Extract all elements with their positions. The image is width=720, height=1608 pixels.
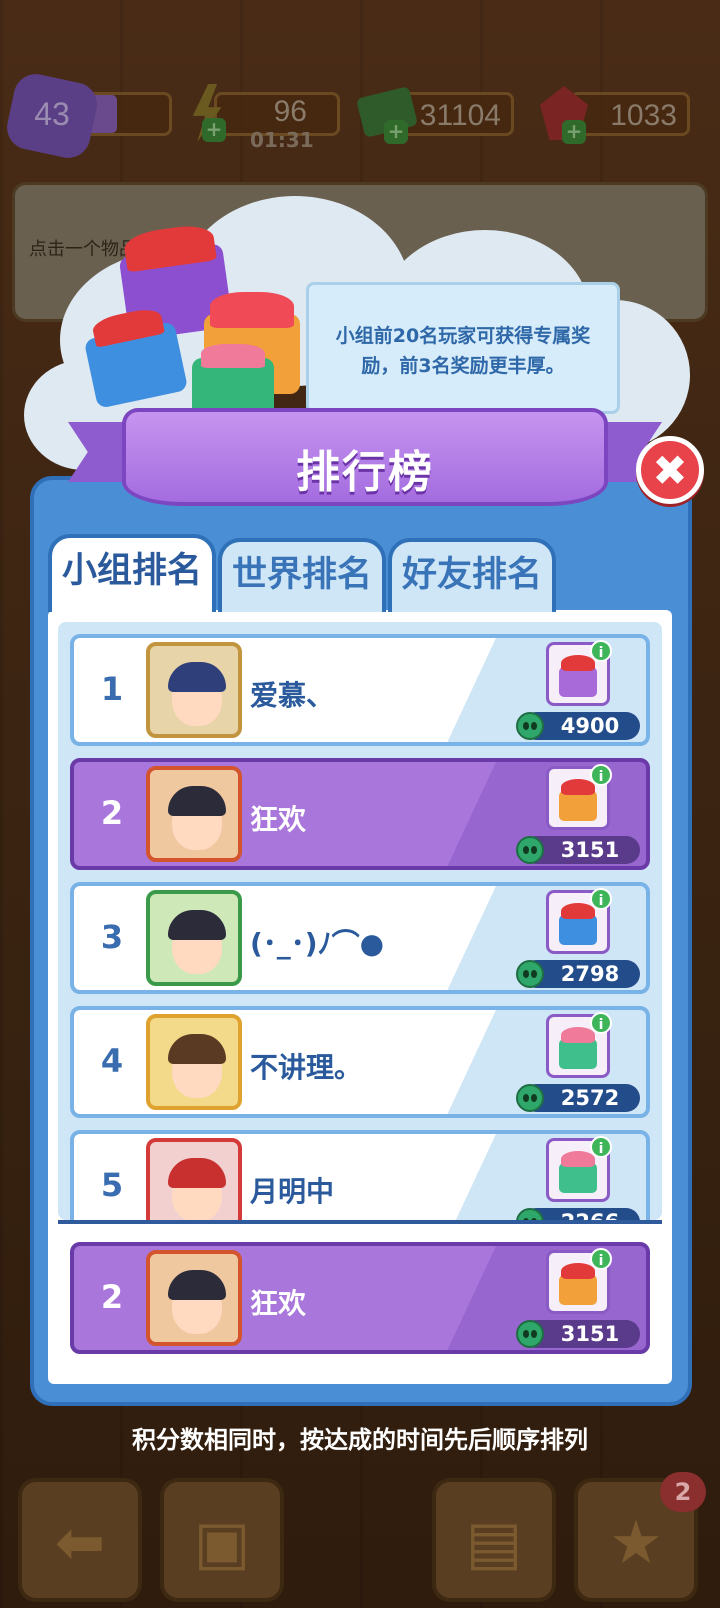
alien-coin-icon [516,1084,544,1112]
rank-number: 5 [100,1166,124,1204]
cash-value: 31104 [419,99,501,132]
tab-group-ranking[interactable]: 小组排名 [48,534,216,612]
avatar[interactable] [146,642,242,738]
ranking-rule-note: 积分数相同时，按达成的时间先后顺序排列 [132,1426,588,1454]
tab-friends-ranking[interactable]: 好友排名 [388,538,556,612]
player-name: 不讲理。 [250,1051,363,1084]
list-divider [58,1220,662,1224]
rank-number: 2 [100,794,124,832]
info-icon[interactable]: i [590,1248,612,1270]
ranking-row[interactable]: 2 狂欢 i 3151 [70,758,650,870]
level-number: 43 [34,96,70,132]
ranking-row[interactable]: 3 (･_･)ﾉ⌒● i 2798 [70,882,650,994]
info-icon[interactable]: i [590,640,612,662]
alien-coin-icon [516,712,544,740]
add-gem-icon[interactable]: + [562,120,586,144]
back-arrow-icon: ⬅ [54,1508,106,1578]
ranking-row[interactable]: 4 不讲理。 i 2572 [70,1006,650,1118]
tab-world-ranking[interactable]: 世界排名 [218,538,386,612]
avatar[interactable] [146,890,242,986]
alien-coin-icon [516,836,544,864]
ranking-row[interactable]: 5 月明中 i 2266 [70,1130,650,1220]
info-icon[interactable]: i [590,1136,612,1158]
avatar[interactable] [146,1250,242,1346]
avatar[interactable] [146,1138,242,1220]
rank-number: 4 [100,1042,124,1080]
top-hud: 43 96 + 01:31 31104 + 1033 + [0,0,720,170]
ranking-list[interactable]: 1 爱慕、 i 4900 2 狂欢 i 3151 3 (･_･)ﾉ⌒● i 27… [58,622,662,1220]
rank-number: 3 [100,918,124,956]
player-name: 狂欢 [250,1287,307,1320]
close-icon: ✖ [652,446,688,495]
tab-label: 小组排名 [61,551,202,591]
player-name: 狂欢 [250,803,307,836]
add-energy-icon[interactable]: + [202,118,226,142]
player-name: (･_･)ﾉ⌒● [250,927,385,960]
title-banner: 排行榜 [68,402,662,512]
info-icon[interactable]: i [590,764,612,786]
close-button[interactable]: ✖ [636,436,704,504]
info-icon[interactable]: i [590,888,612,910]
basket-icon: ▤ [465,1508,523,1578]
gem-value: 1033 [610,99,677,132]
leaderboard-title: 排行榜 [296,447,434,498]
backpack-button[interactable]: ▣ [160,1478,284,1602]
alien-coin-icon [516,1320,544,1348]
gem-counter[interactable]: 1033 [570,92,690,136]
energy-value: 96 [273,95,307,128]
energy-timer: 01:31 [250,128,314,152]
avatar[interactable] [146,766,242,862]
tab-label: 好友排名 [401,555,542,595]
ranking-row[interactable]: 1 爱慕、 i 4900 [70,634,650,746]
alien-coin-icon [516,960,544,988]
rank-number: 2 [100,1278,124,1316]
shop-button[interactable]: ▤ [432,1478,556,1602]
info-icon[interactable]: i [590,1012,612,1034]
tab-label: 世界排名 [231,555,372,595]
reward-hint-text: 小组前20名玩家可获得专属奖励，前3名奖励更丰厚。 [335,325,591,377]
add-cash-icon[interactable]: + [384,120,408,144]
avatar[interactable] [146,1014,242,1110]
banner-plate: 排行榜 [122,408,608,506]
backpack-icon: ▣ [193,1508,251,1578]
back-button[interactable]: ⬅ [18,1478,142,1602]
player-name: 月明中 [250,1175,335,1208]
rank-number: 1 [100,670,124,708]
my-ranking-row[interactable]: 2 狂欢 i 3151 [70,1242,650,1354]
player-name: 爱慕、 [250,679,335,712]
star-badge-count: 2 [660,1472,706,1512]
star-icon: ★ [609,1508,663,1578]
reward-hint-bubble: 小组前20名玩家可获得专属奖励，前3名奖励更丰厚。 [306,282,620,414]
